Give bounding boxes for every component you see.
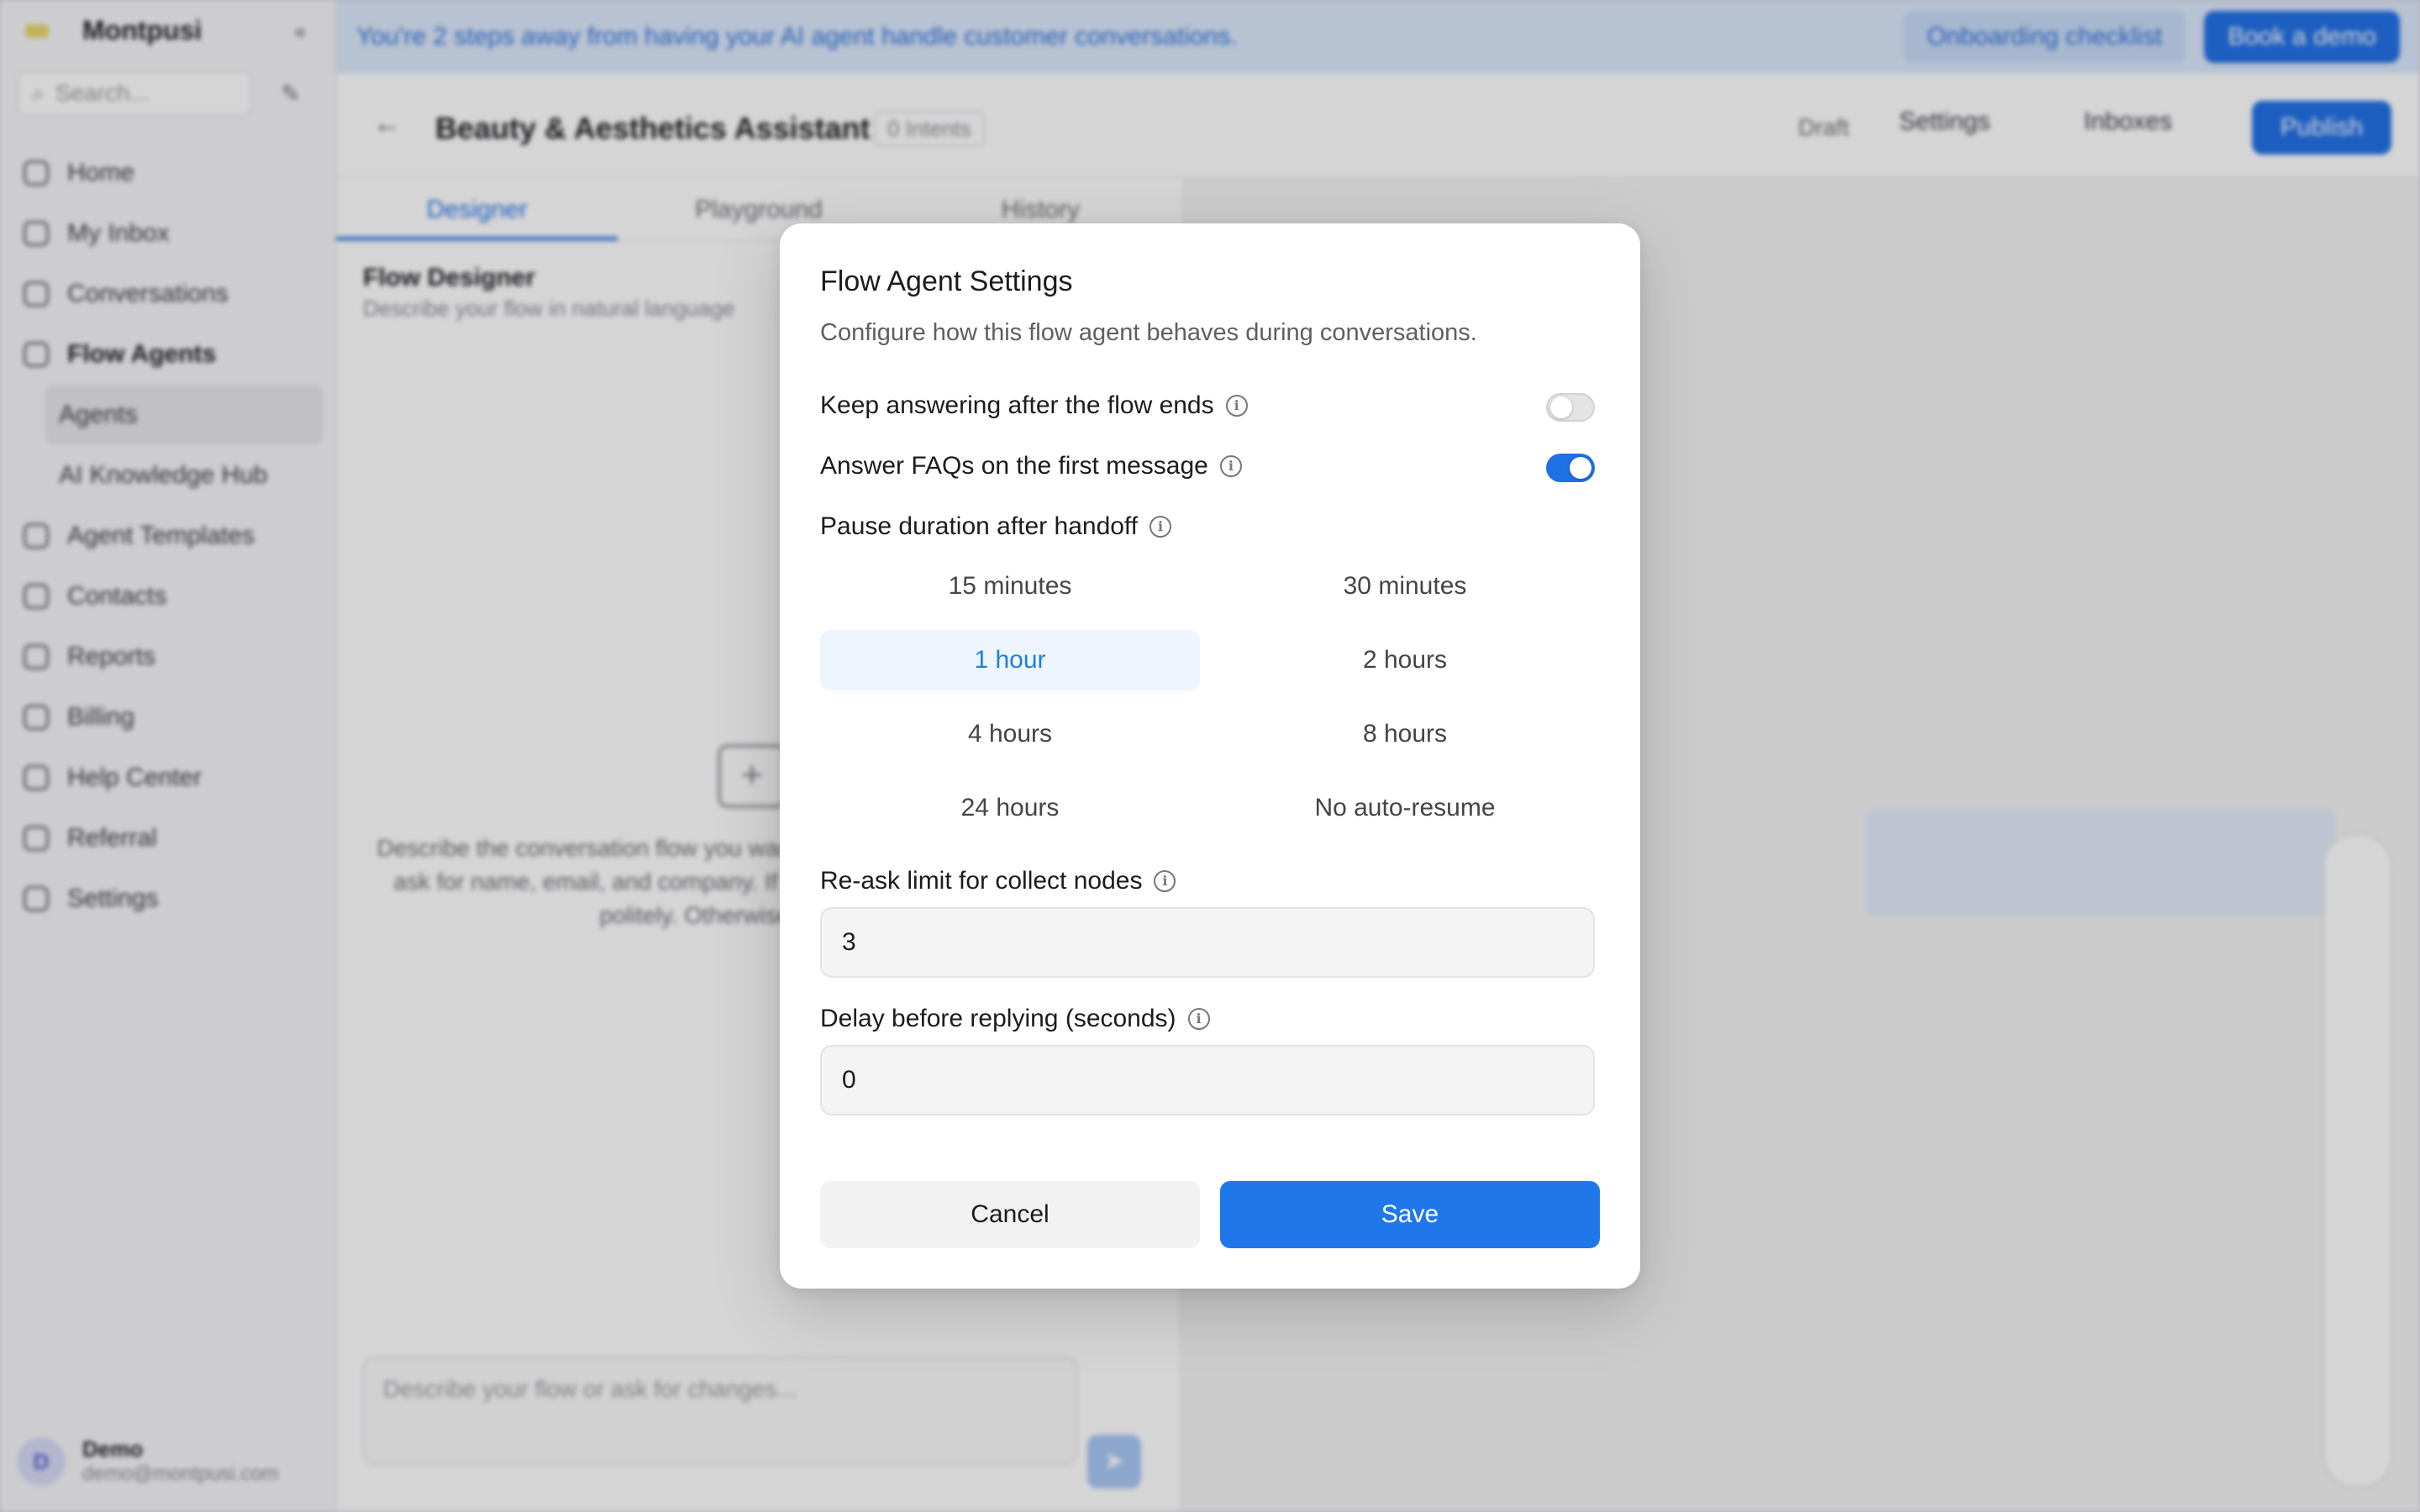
keep-answering-row: Keep answering after the flow ends i [820,391,1248,420]
reply-delay-input[interactable]: 0 [820,1045,1595,1116]
duration-option-1-hour[interactable]: 1 hour [820,630,1200,690]
keep-answering-toggle[interactable] [1546,393,1595,422]
info-icon[interactable]: i [1219,455,1242,477]
pause-duration-label: Pause duration after handoff [820,512,1139,540]
cancel-button[interactable]: Cancel [820,1181,1200,1248]
pause-duration-row: Pause duration after handoff i [820,512,1172,541]
reply-delay-row: Delay before replying (seconds) i [820,1005,1210,1033]
reply-delay-label: Delay before replying (seconds) [820,1005,1176,1032]
answer-faqs-row: Answer FAQs on the first message i [820,452,1242,480]
info-icon[interactable]: i [1225,395,1248,417]
reask-limit-row: Re-ask limit for collect nodes i [820,867,1176,895]
duration-option-8-hours[interactable]: 8 hours [1215,704,1595,764]
duration-option-15-minutes[interactable]: 15 minutes [820,556,1200,617]
duration-option-30-minutes[interactable]: 30 minutes [1215,556,1595,617]
answer-faqs-toggle[interactable] [1546,454,1595,482]
duration-option-2-hours[interactable]: 2 hours [1215,630,1595,690]
info-icon[interactable]: i [1187,1008,1210,1030]
reask-limit-label: Re-ask limit for collect nodes [820,867,1143,895]
duration-option-no-auto-resume[interactable]: No auto-resume [1215,778,1595,838]
duration-option-24-hours[interactable]: 24 hours [820,778,1200,838]
save-button[interactable]: Save [1220,1181,1600,1248]
duration-option-4-hours[interactable]: 4 hours [820,704,1200,764]
answer-faqs-label: Answer FAQs on the first message [820,452,1208,480]
dialog-description: Configure how this flow agent behaves du… [820,319,1477,346]
keep-answering-label: Keep answering after the flow ends [820,391,1214,419]
pause-duration-options: 15 minutes 30 minutes 1 hour 2 hours 4 h… [820,556,1595,852]
reask-limit-input[interactable]: 3 [820,907,1595,978]
toggle-knob [1550,396,1572,418]
info-icon[interactable]: i [1154,870,1176,892]
toggle-knob [1570,457,1591,479]
info-icon[interactable]: i [1150,516,1172,538]
flow-agent-settings-dialog: Flow Agent Settings Configure how this f… [780,223,1640,1289]
dialog-title: Flow Agent Settings [820,265,1073,297]
